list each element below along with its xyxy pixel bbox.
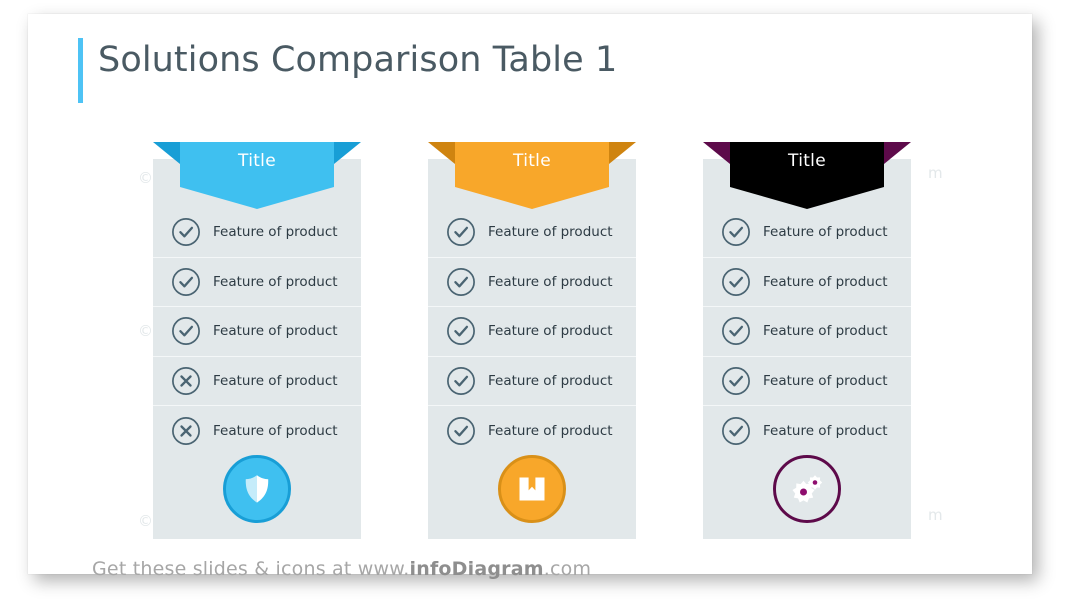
watermark: © — [138, 169, 153, 187]
footer-brand: infoDiagram — [409, 558, 544, 580]
feature-row[interactable]: Feature of product — [428, 405, 636, 455]
gears-icon — [789, 471, 825, 507]
feature-label: Feature of product — [213, 323, 338, 340]
comparison-column-1: Feature of product Feature of product Feat… — [153, 142, 361, 539]
feature-label: Feature of product — [213, 224, 338, 241]
feature-label: Feature of product — [763, 373, 888, 390]
feature-label: Feature of product — [488, 323, 613, 340]
bookmark-icon — [516, 473, 548, 505]
feature-row[interactable]: Feature of product — [153, 405, 361, 455]
feature-label: Feature of product — [213, 273, 338, 290]
column-badge[interactable] — [498, 455, 566, 523]
feature-row[interactable]: Feature of product — [153, 256, 361, 307]
x-circle-icon — [171, 416, 201, 446]
x-circle-icon — [171, 366, 201, 396]
column-badge[interactable] — [223, 455, 291, 523]
check-circle-icon — [171, 316, 201, 346]
feature-row[interactable]: Feature of product — [153, 208, 361, 257]
footer-prefix: Get these slides & icons at www. — [92, 558, 410, 580]
column-badge[interactable] — [773, 455, 841, 523]
feature-list: Feature of product Feature of product Feat… — [703, 208, 911, 455]
feature-row[interactable]: Feature of product — [703, 306, 911, 356]
feature-label: Feature of product — [213, 373, 338, 390]
check-circle-icon — [171, 217, 201, 247]
watermark: m — [928, 164, 943, 182]
footer-attribution: Get these slides & icons at www.infoDiag… — [92, 558, 591, 580]
check-circle-icon — [721, 316, 751, 346]
check-circle-icon — [171, 267, 201, 297]
feature-label: Feature of product — [488, 224, 613, 241]
feature-row[interactable]: Feature of product — [153, 355, 361, 406]
check-circle-icon — [446, 316, 476, 346]
check-circle-icon — [721, 217, 751, 247]
footer-suffix: .com — [543, 558, 592, 580]
comparison-column-2: Feature of product Feature of product Feat… — [428, 142, 636, 539]
title-accent-bar — [78, 38, 83, 103]
comparison-column-3: Feature of product Feature of product Feat… — [703, 142, 911, 539]
check-circle-icon — [721, 366, 751, 396]
feature-row[interactable]: Feature of product — [703, 208, 911, 257]
slide-card: Solutions Comparison Table 1 Feature of … — [28, 14, 1032, 580]
feature-row[interactable]: Feature of product — [153, 306, 361, 356]
feature-label: Feature of product — [763, 224, 888, 241]
check-circle-icon — [446, 416, 476, 446]
feature-label: Feature of product — [488, 273, 613, 290]
check-circle-icon — [446, 217, 476, 247]
feature-row[interactable]: Feature of product — [428, 256, 636, 307]
feature-list: Feature of product Feature of product Feat… — [153, 208, 361, 455]
feature-row[interactable]: Feature of product — [428, 355, 636, 406]
feature-row[interactable]: Feature of product — [428, 208, 636, 257]
feature-row[interactable]: Feature of product — [428, 306, 636, 356]
check-circle-icon — [721, 416, 751, 446]
shield-icon — [240, 472, 274, 506]
feature-list: Feature of product Feature of product Feat… — [428, 208, 636, 455]
feature-row[interactable]: Feature of product — [703, 355, 911, 406]
feature-label: Feature of product — [763, 273, 888, 290]
page-title: Solutions Comparison Table 1 — [98, 40, 618, 80]
watermark: © — [138, 322, 153, 340]
watermark: m — [928, 506, 943, 524]
feature-row[interactable]: Feature of product — [703, 405, 911, 455]
feature-label: Feature of product — [488, 373, 613, 390]
check-circle-icon — [446, 267, 476, 297]
feature-label: Feature of product — [213, 422, 338, 439]
feature-label: Feature of product — [488, 422, 613, 439]
check-circle-icon — [721, 267, 751, 297]
check-circle-icon — [446, 366, 476, 396]
watermark: © — [138, 512, 153, 530]
feature-label: Feature of product — [763, 323, 888, 340]
feature-row[interactable]: Feature of product — [703, 256, 911, 307]
feature-label: Feature of product — [763, 422, 888, 439]
